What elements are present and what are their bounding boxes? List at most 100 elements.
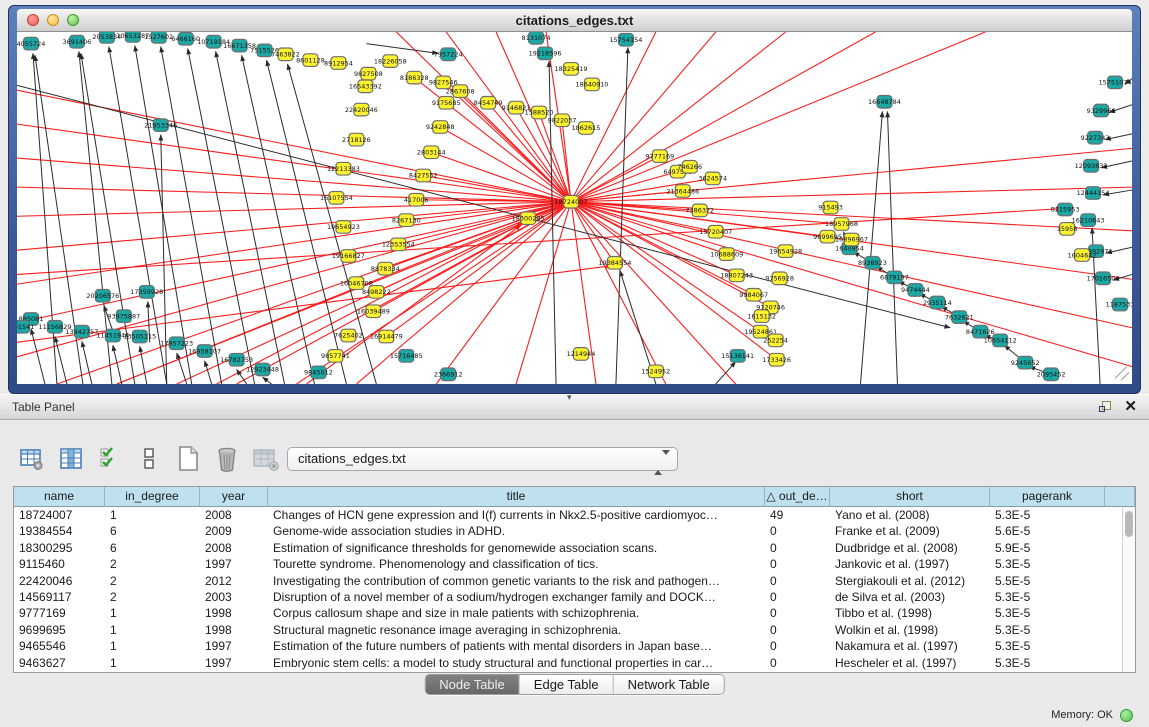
- row-height-button[interactable]: [133, 443, 165, 475]
- table-cell[interactable]: 1997: [200, 556, 268, 572]
- table-cell[interactable]: 2012: [200, 573, 268, 589]
- table-cell[interactable]: 9463627: [14, 655, 105, 671]
- select-all-rows-button[interactable]: [94, 443, 126, 475]
- splitter-handle-icon[interactable]: ▾: [567, 392, 572, 403]
- table-cell[interactable]: Franke et al. (2009): [830, 523, 990, 539]
- table-row[interactable]: 946554611997Estimation of the future num…: [14, 638, 1135, 654]
- graph-edge[interactable]: [571, 187, 1132, 202]
- network-select-dropdown[interactable]: citations_edges.txt: [287, 447, 678, 471]
- table-cell[interactable]: 5.3E-5: [990, 622, 1105, 638]
- table-row[interactable]: 1938455462009Genome-wide association stu…: [14, 523, 1135, 539]
- graph-edge[interactable]: [366, 44, 438, 54]
- table-cell[interactable]: Hescheler et al. (1997): [830, 655, 990, 671]
- graph-edge[interactable]: [140, 346, 147, 384]
- table-cell[interactable]: Tourette syndrome. Phenomenology and cla…: [268, 556, 765, 572]
- graph-edge[interactable]: [516, 202, 571, 384]
- table-row[interactable]: 1456911722003Disruption of a novel membe…: [14, 589, 1135, 605]
- table-cell[interactable]: 2009: [200, 523, 268, 539]
- table-cell[interactable]: Tibbo et al. (1998): [830, 605, 990, 621]
- table-cell[interactable]: 2008: [200, 507, 268, 523]
- table-cell[interactable]: 1997: [200, 655, 268, 671]
- column-header[interactable]: title: [268, 487, 765, 507]
- table-cell[interactable]: 0: [765, 573, 830, 589]
- table-cell[interactable]: 5.3E-5: [990, 655, 1105, 671]
- graph-edge[interactable]: [113, 345, 122, 384]
- table-cell[interactable]: Changes of HCN gene expression and I(f) …: [268, 507, 765, 523]
- table-cell[interactable]: Disruption of a novel member of a sodium…: [268, 589, 765, 605]
- table-row[interactable]: 1830029562008Estimation of significance …: [14, 540, 1135, 556]
- table-cell[interactable]: 0: [765, 540, 830, 556]
- table-cell[interactable]: 0: [765, 605, 830, 621]
- table-cell[interactable]: 2008: [200, 540, 268, 556]
- graph-edge[interactable]: [82, 341, 92, 384]
- graph-edge[interactable]: [242, 55, 315, 384]
- table-header-row[interactable]: namein_degreeyeartitle△ out_de…shortpage…: [14, 487, 1135, 507]
- table-cell[interactable]: 5.9E-5: [990, 540, 1105, 556]
- table-cell[interactable]: 5.3E-5: [990, 556, 1105, 572]
- table-cell[interactable]: 5.3E-5: [990, 507, 1105, 523]
- table-row[interactable]: 1872400712008Changes of HCN gene express…: [14, 507, 1135, 523]
- graph-edge[interactable]: [161, 47, 222, 384]
- zoom-window-icon[interactable]: [67, 14, 79, 26]
- table-cell[interactable]: 5.3E-5: [990, 638, 1105, 654]
- table-cell[interactable]: 9115460: [14, 556, 105, 572]
- table-cell[interactable]: Structural magnetic resonance image aver…: [268, 622, 765, 638]
- table-cell[interactable]: 6: [105, 540, 200, 556]
- table-scrollbar[interactable]: [1122, 507, 1135, 672]
- float-panel-icon[interactable]: [1099, 401, 1113, 415]
- show-columns-button[interactable]: [55, 443, 87, 475]
- close-window-icon[interactable]: [27, 14, 39, 26]
- table-cell[interactable]: 9699695: [14, 622, 105, 638]
- attribute-table[interactable]: namein_degreeyeartitle△ out_de…shortpage…: [13, 486, 1136, 673]
- column-header[interactable]: pagerank: [990, 487, 1105, 507]
- table-cell[interactable]: 5.3E-5: [990, 589, 1105, 605]
- table-cell[interactable]: 9777169: [14, 605, 105, 621]
- table-cell[interactable]: de Silva et al. (2003): [830, 589, 990, 605]
- column-header[interactable]: in_degree: [105, 487, 200, 507]
- graph-edge[interactable]: [33, 53, 57, 384]
- table-row[interactable]: 911546021997Tourette syndrome. Phenomeno…: [14, 556, 1135, 572]
- table-cell[interactable]: 19384554: [14, 523, 105, 539]
- table-cell[interactable]: 1998: [200, 605, 268, 621]
- graph-edge[interactable]: [17, 187, 571, 202]
- table-cell[interactable]: Genome-wide association studies in ADHD.: [268, 523, 765, 539]
- table-cell[interactable]: 5.6E-5: [990, 523, 1105, 539]
- table-cell[interactable]: Jankovic et al. (1997): [830, 556, 990, 572]
- table-cell[interactable]: 0: [765, 655, 830, 671]
- table-cell[interactable]: Wolkin et al. (1998): [830, 622, 990, 638]
- table-cell[interactable]: Investigating the contribution of common…: [268, 573, 765, 589]
- graph-edge[interactable]: [216, 51, 285, 384]
- table-cell[interactable]: 2: [105, 556, 200, 572]
- table-cell[interactable]: 1998: [200, 622, 268, 638]
- table-cell[interactable]: 0: [765, 638, 830, 654]
- tab-node-table[interactable]: Node Table: [425, 675, 520, 694]
- graph-edge[interactable]: [17, 158, 571, 202]
- table-cell[interactable]: 9465546: [14, 638, 105, 654]
- table-cell[interactable]: 2003: [200, 589, 268, 605]
- table-settings-button[interactable]: [16, 443, 48, 475]
- table-row[interactable]: 977716911998Corpus callosum shape and si…: [14, 605, 1135, 621]
- table-cell[interactable]: 18724007: [14, 507, 105, 523]
- table-cell[interactable]: 49: [765, 507, 830, 523]
- column-header[interactable]: △ out_de…: [765, 487, 830, 507]
- table-cell[interactable]: Estimation of significance thresholds fo…: [268, 540, 765, 556]
- table-cell[interactable]: Embryonic stem cells: a model to study s…: [268, 655, 765, 671]
- table-cell[interactable]: 1997: [200, 638, 268, 654]
- table-cell[interactable]: 22420046: [14, 573, 105, 589]
- table-cell[interactable]: 1: [105, 655, 200, 671]
- table-cell[interactable]: Corpus callosum shape and size in male p…: [268, 605, 765, 621]
- tab-network-table[interactable]: Network Table: [614, 675, 724, 694]
- table-cell[interactable]: 0: [765, 622, 830, 638]
- table-cell[interactable]: 18300295: [14, 540, 105, 556]
- citation-network-graph[interactable]: 4055724369140620538341065328715276026466…: [17, 32, 1132, 384]
- tab-edge-table[interactable]: Edge Table: [520, 675, 614, 694]
- table-cell[interactable]: Dudbridge et al. (2008): [830, 540, 990, 556]
- graph-edge[interactable]: [31, 329, 45, 384]
- network-canvas[interactable]: 4055724369140620538341065328715276026466…: [17, 32, 1132, 384]
- table-cell[interactable]: 1: [105, 638, 200, 654]
- table-row[interactable]: 946362711997Embryonic stem cells: a mode…: [14, 655, 1135, 671]
- table-cell[interactable]: 1: [105, 605, 200, 621]
- table-cell[interactable]: Nakamura et al. (1997): [830, 638, 990, 654]
- graph-edge[interactable]: [887, 112, 897, 384]
- graph-edge[interactable]: [571, 32, 985, 202]
